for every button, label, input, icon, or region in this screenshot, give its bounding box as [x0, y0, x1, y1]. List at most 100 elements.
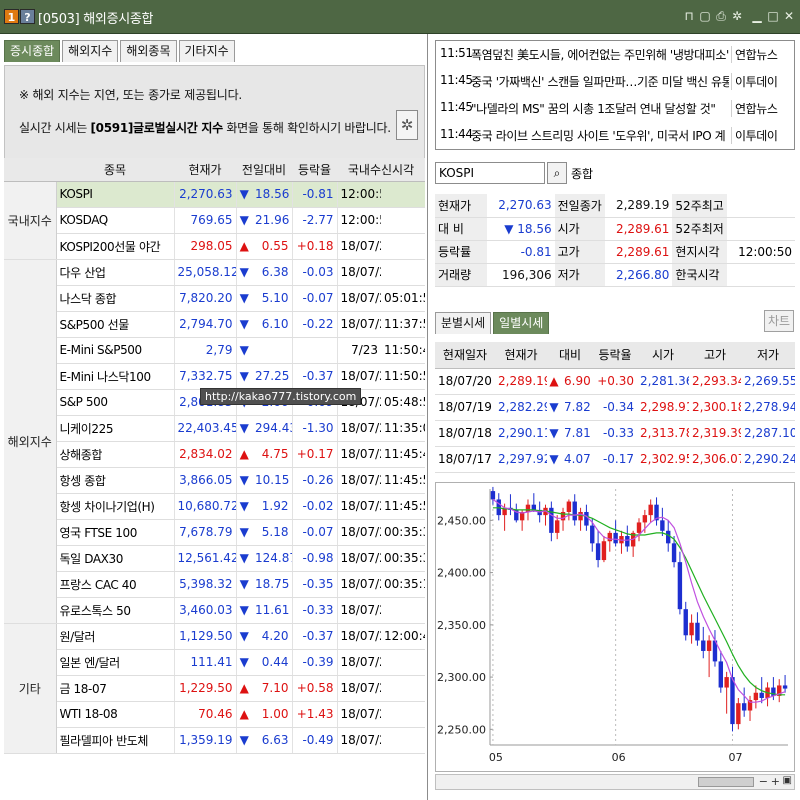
daily-header[interactable]: 현재일자: [435, 342, 495, 369]
table-row[interactable]: 일본 엔/달러111.41▼0.44-0.3918/07/21: [4, 649, 426, 676]
daily-header[interactable]: 등락율: [593, 342, 637, 369]
news-item[interactable]: 11:45 "나델라의 MS" 꿈의 시총 1조달러 연내 달성할 것" 연합뉴스: [438, 97, 792, 119]
help-button[interactable]: ?: [20, 9, 35, 24]
table-row[interactable]: 항셍 차이나기업(H)10,680.72▼1.92-0.0218/07/2311…: [4, 493, 426, 520]
table-row[interactable]: KOSPI200선물 야간298.05▲0.55+0.1818/07/20: [4, 233, 426, 260]
index-name[interactable]: KOSPI200선물 야간: [56, 233, 175, 260]
minimize-button[interactable]: ▁: [750, 9, 764, 23]
chart-options-icon[interactable]: ▣: [783, 775, 792, 786]
close-button[interactable]: ✕: [782, 9, 796, 23]
notice-text-a: 실시간 시세는: [19, 121, 87, 135]
index-time: [381, 259, 426, 286]
index-name[interactable]: 일본 엔/달러: [56, 649, 175, 676]
settings-icon[interactable]: ✲: [730, 9, 744, 23]
table-row[interactable]: 니케이22522,403.45▼294.43-1.3018/07/2311:35…: [4, 415, 426, 442]
table-row[interactable]: 필라델피아 반도체1,359.19▼6.63-0.4918/07/20: [4, 727, 426, 754]
index-name[interactable]: E-Mini 나스닥100: [56, 363, 175, 390]
index-price: 2,79: [174, 337, 237, 364]
news-headline[interactable]: 중국 '가짜백신' 스캔들 일파만파…기준 미달 백신 유통: [471, 73, 729, 90]
index-name[interactable]: S&P500 선물: [56, 311, 175, 338]
table-row[interactable]: KOSDAQ769.65▼21.96-2.7712:00:50: [4, 207, 426, 234]
table-row[interactable]: 프랑스 CAC 405,398.32▼18.75-0.3518/07/2100:…: [4, 571, 426, 598]
index-name[interactable]: 프랑스 CAC 40: [56, 571, 175, 598]
index-name[interactable]: 상해종합: [56, 441, 175, 468]
quote-value: -0.81: [487, 240, 555, 264]
index-name[interactable]: 니케이225: [56, 415, 175, 442]
news-item[interactable]: 11:44 중국 라이브 스트리밍 사이트 '도우위', 미국서 IPO 계 이투데…: [438, 124, 792, 146]
daily-header[interactable]: 고가: [689, 342, 741, 369]
zoom-out-icon[interactable]: −: [759, 775, 768, 788]
screen-number-icon[interactable]: 1: [4, 9, 19, 24]
tab-foreign-index[interactable]: 해외지수: [62, 40, 119, 62]
index-name[interactable]: WTI 18-08: [56, 701, 175, 728]
maximize-button[interactable]: □: [766, 9, 780, 23]
table-row[interactable]: S&P500 선물2,794.70▼6.10-0.2218/07/2311:37…: [4, 311, 426, 338]
daily-change: 4.07: [561, 446, 593, 473]
table-row[interactable]: E-Mini 나스닥1007,332.75▼27.25-0.3718/07/23…: [4, 363, 426, 390]
header-name[interactable]: 종목: [56, 158, 174, 182]
index-name[interactable]: 영국 FTSE 100: [56, 519, 175, 546]
tab-market-overview[interactable]: 증시종합: [4, 40, 61, 62]
table-row[interactable]: 18/07/20 2,289.19 ▲ 6.90 +0.30 2,281.36 2,293.…: [435, 368, 795, 395]
daily-header[interactable]: 현재가: [495, 342, 547, 369]
news-headline[interactable]: "나델라의 MS" 꿈의 시총 1조달러 연내 달성할 것": [471, 100, 729, 117]
copy-icon[interactable]: ▢: [698, 9, 712, 23]
index-name[interactable]: KOSDAQ: [56, 207, 175, 234]
index-name[interactable]: 항셍 차이나기업(H): [56, 493, 175, 520]
table-row[interactable]: E-Mini S&P5002,79▼ 7/2311:50:47: [4, 337, 426, 364]
header-pct[interactable]: 등락율: [292, 158, 338, 182]
index-name[interactable]: 나스닥 종합: [56, 285, 175, 312]
table-row[interactable]: WTI 18-0870.46▲1.00+1.4318/07/20: [4, 701, 426, 728]
tab-minute-price[interactable]: 분별시세: [435, 312, 492, 334]
header-time[interactable]: 국내수신시각: [337, 158, 426, 182]
tab-foreign-stock[interactable]: 해외종목: [120, 40, 177, 62]
daily-header[interactable]: 시가: [637, 342, 689, 369]
table-row[interactable]: 금 18-071,229.50▲7.10+0.5818/07/20: [4, 675, 426, 702]
index-name[interactable]: KOSPI: [56, 181, 175, 208]
index-name[interactable]: 다우 산업: [56, 259, 175, 286]
print-icon[interactable]: ⎙: [714, 9, 728, 23]
table-row[interactable]: 나스닥 종합7,820.20▼5.10-0.0718/07/2105:01:59: [4, 285, 426, 312]
notice-screen-link[interactable]: [0591]글로벌실시간 지수: [90, 121, 223, 135]
index-name[interactable]: 필라델피아 반도체: [56, 727, 175, 754]
index-name[interactable]: 금 18-07: [56, 675, 175, 702]
table-row[interactable]: 국내지수KOSPI2,270.63▼18.56-0.8112:00:50: [4, 181, 426, 260]
daily-header[interactable]: 저가: [741, 342, 795, 369]
index-name[interactable]: 유로스톡스 50: [56, 597, 175, 624]
search-icon[interactable]: ⌕: [547, 162, 567, 184]
scrollbar-thumb[interactable]: [698, 777, 754, 787]
table-row[interactable]: 기타원/달러1,129.50▼4.20-0.3718/07/2312:00:49: [4, 623, 426, 754]
news-item[interactable]: 11:45 중국 '가짜백신' 스캔들 일파만파…기준 미달 백신 유통 이투데이: [438, 70, 792, 92]
news-headline[interactable]: 중국 라이브 스트리밍 사이트 '도우위', 미국서 IPO 계: [471, 127, 729, 144]
gear-icon[interactable]: ✲: [396, 110, 418, 140]
table-row[interactable]: 유로스톡스 503,460.03▼11.61-0.3318/07/20: [4, 597, 426, 624]
table-row[interactable]: 해외지수다우 산업25,058.12▼6.38-0.0318/07/20: [4, 259, 426, 624]
index-change: 4.20: [252, 623, 293, 650]
chart-scrollbar[interactable]: − + ▣: [435, 774, 795, 790]
table-row[interactable]: 18/07/18 2,290.11 ▼ 7.81 -0.33 2,313.78 2,319.…: [435, 420, 795, 447]
index-name[interactable]: E-Mini S&P500: [56, 337, 175, 364]
link-icon[interactable]: ⊓: [682, 9, 696, 23]
chart-button[interactable]: 차트: [764, 310, 794, 332]
index-name[interactable]: 독일 DAX30: [56, 545, 175, 572]
table-row[interactable]: 항셍 종합3,866.05▼10.15-0.2618/07/2311:45:54: [4, 467, 426, 494]
zoom-in-icon[interactable]: +: [771, 775, 780, 788]
table-row[interactable]: 독일 DAX3012,561.42▼124.87-0.9818/07/2100:…: [4, 545, 426, 572]
search-input[interactable]: KOSPI: [435, 162, 545, 184]
price-chart[interactable]: 2,450.00 2,400.00 2,350.00 2,300.00 2,250.00…: [435, 482, 795, 772]
news-item[interactable]: 11:51 폭염덮친 美도시들, 에어컨없는 주민위해 '냉방대피소' 연합뉴스: [438, 43, 792, 65]
table-row[interactable]: 18/07/17 2,297.92 ▼ 4.07 -0.17 2,302.95 2,306.…: [435, 446, 795, 473]
news-time: 11:45: [440, 100, 473, 114]
header-price[interactable]: 현재가: [174, 158, 236, 182]
header-change[interactable]: 전일대비: [236, 158, 293, 182]
table-row[interactable]: 18/07/19 2,282.29 ▼ 7.82 -0.34 2,298.91 2,300.…: [435, 394, 795, 421]
daily-header[interactable]: 대비: [547, 342, 593, 369]
index-name[interactable]: S&P 500: [56, 389, 175, 416]
table-row[interactable]: 상해종합2,834.02▲4.75+0.1718/07/2311:45:48: [4, 441, 426, 468]
news-headline[interactable]: 폭염덮친 美도시들, 에어컨없는 주민위해 '냉방대피소': [471, 46, 729, 63]
index-name[interactable]: 항셍 종합: [56, 467, 175, 494]
table-row[interactable]: 영국 FTSE 1007,678.79▼5.18-0.0718/07/2100:…: [4, 519, 426, 546]
index-name[interactable]: 원/달러: [56, 623, 175, 650]
tab-other-index[interactable]: 기타지수: [178, 40, 235, 62]
tab-daily-price[interactable]: 일별시세: [493, 312, 550, 334]
